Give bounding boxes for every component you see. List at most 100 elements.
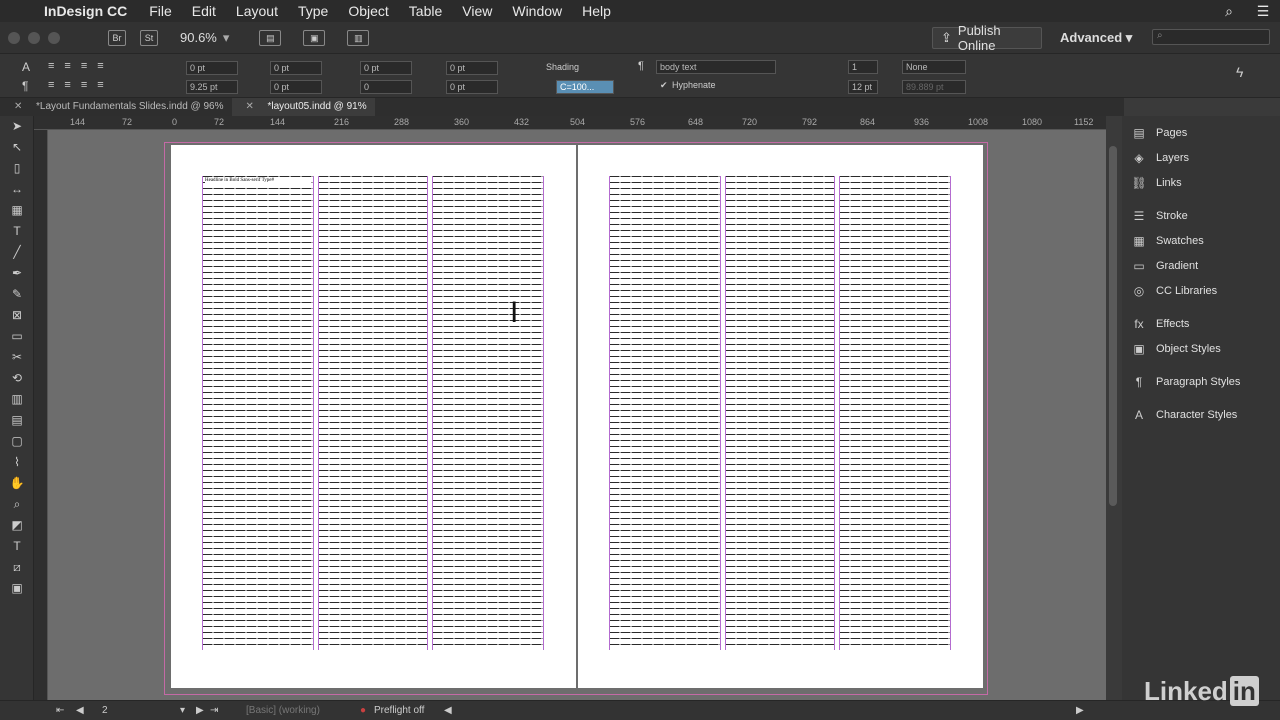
panel-object-styles[interactable]: ▣ Object Styles bbox=[1122, 336, 1280, 361]
screen-mode-tool-icon[interactable]: ▣ bbox=[0, 578, 34, 599]
rectangle-tool-icon[interactable]: ▭ bbox=[0, 326, 34, 347]
direct-selection-tool-icon[interactable]: ↖ bbox=[0, 137, 34, 158]
eyedropper-tool-icon[interactable]: ⌇ bbox=[0, 452, 34, 473]
close-window-button[interactable] bbox=[8, 31, 20, 44]
selection-tool-icon[interactable]: ➤ bbox=[0, 116, 34, 137]
space-after-field[interactable]: 0 pt bbox=[446, 61, 498, 75]
panel-paragraph-styles[interactable]: ¶ Paragraph Styles bbox=[1122, 369, 1280, 394]
menu-type[interactable]: Type bbox=[288, 3, 338, 19]
screen-mode-icon[interactable]: ▣ bbox=[303, 29, 326, 46]
page-tool-icon[interactable]: ▯ bbox=[0, 158, 34, 179]
page-menu-icon[interactable]: ▾ bbox=[180, 705, 185, 716]
quick-apply-icon[interactable]: ϟ bbox=[1236, 64, 1243, 80]
text-column[interactable]: Headline in Bold Sans-serif Type# bbox=[202, 176, 314, 650]
drop-cap-chars-field[interactable]: 0 pt bbox=[446, 80, 498, 94]
scissors-tool-icon[interactable]: ✂ bbox=[0, 347, 34, 368]
paragraph-style-select[interactable]: body text bbox=[656, 60, 776, 74]
panel-cc-libraries[interactable]: ◎ CC Libraries bbox=[1122, 278, 1280, 303]
page-number-field[interactable]: 2 bbox=[102, 705, 108, 716]
menu-view[interactable]: View bbox=[452, 3, 502, 19]
panel-links[interactable]: ⛓ Links bbox=[1122, 170, 1280, 195]
formatting-affects-text-icon[interactable]: T bbox=[0, 536, 34, 557]
next-page-icon[interactable]: ▶ bbox=[196, 705, 204, 716]
panel-stroke[interactable]: ☰ Stroke bbox=[1122, 203, 1280, 228]
content-collector-icon[interactable]: ▦ bbox=[0, 200, 34, 221]
apply-none-icon[interactable]: ⧄ bbox=[0, 557, 34, 578]
free-transform-tool-icon[interactable]: ⟲ bbox=[0, 368, 34, 389]
menu-file[interactable]: File bbox=[139, 3, 182, 19]
panel-effects[interactable]: fx Effects bbox=[1122, 311, 1280, 336]
zoom-level[interactable]: 90.6% bbox=[180, 30, 217, 45]
text-column[interactable] bbox=[839, 176, 951, 650]
minimize-window-button[interactable] bbox=[28, 31, 40, 44]
align-to-grid-select[interactable]: None bbox=[902, 60, 966, 74]
chevron-down-icon[interactable]: ▾ bbox=[223, 30, 230, 46]
panel-layers[interactable]: ◈ Layers bbox=[1122, 145, 1280, 170]
align-buttons-row2[interactable]: ≡≡≡≡ bbox=[48, 79, 114, 91]
menu-window[interactable]: Window bbox=[502, 3, 572, 19]
last-page-icon[interactable]: ⇥ bbox=[210, 705, 218, 716]
line-tool-icon[interactable]: ╱ bbox=[0, 242, 34, 263]
panel-gradient[interactable]: ▭ Gradient bbox=[1122, 253, 1280, 278]
menu-layout[interactable]: Layout bbox=[226, 3, 288, 19]
first-line-indent-field[interactable]: 9.25 pt bbox=[186, 80, 238, 94]
close-tab-icon[interactable]: ✕ bbox=[14, 101, 22, 112]
zoom-tool-icon[interactable]: ⌕ bbox=[0, 494, 34, 515]
view-options-icon[interactable]: ▤ bbox=[259, 29, 282, 46]
paragraph-formatting-icon[interactable]: ¶ bbox=[22, 79, 28, 93]
type-tool-icon[interactable]: T bbox=[0, 221, 34, 242]
scroll-right-icon[interactable]: ▶ bbox=[1076, 705, 1084, 716]
bridge-icon[interactable]: Br bbox=[108, 29, 126, 46]
pen-tool-icon[interactable]: ✒ bbox=[0, 263, 34, 284]
space-before-field[interactable]: 0 pt bbox=[360, 61, 412, 75]
publish-online-button[interactable]: ⇪ Publish Online bbox=[932, 23, 1042, 53]
stock-icon[interactable]: St bbox=[140, 29, 158, 46]
hand-tool-icon[interactable]: ✋ bbox=[0, 473, 34, 494]
right-indent-field[interactable]: 0 pt bbox=[270, 61, 322, 75]
prev-page-icon[interactable]: ◀ bbox=[76, 705, 84, 716]
menu-table[interactable]: Table bbox=[399, 3, 452, 19]
rectangle-frame-tool-icon[interactable]: ⊠ bbox=[0, 305, 34, 326]
menu-object[interactable]: Object bbox=[338, 3, 398, 19]
note-tool-icon[interactable]: ▢ bbox=[0, 431, 34, 452]
last-line-indent-field[interactable]: 0 pt bbox=[270, 80, 322, 94]
panel-character-styles[interactable]: A Character Styles bbox=[1122, 402, 1280, 427]
preflight-menu-icon[interactable]: ◀ bbox=[444, 705, 452, 716]
shading-color-field[interactable]: C=100... bbox=[556, 80, 614, 94]
search-input[interactable]: ⌕ bbox=[1152, 29, 1270, 45]
align-buttons-row1[interactable]: ≡≡≡≡ bbox=[48, 60, 114, 72]
text-column[interactable] bbox=[432, 176, 544, 650]
gap-tool-icon[interactable]: ↔ bbox=[0, 179, 34, 200]
drop-cap-lines-field[interactable]: 0 bbox=[360, 80, 412, 94]
pencil-tool-icon[interactable]: ✎ bbox=[0, 284, 34, 305]
leading-field[interactable]: 12 pt bbox=[848, 80, 878, 94]
close-tab-icon[interactable]: ✕ bbox=[246, 101, 254, 112]
text-column[interactable] bbox=[318, 176, 428, 650]
menu-help[interactable]: Help bbox=[572, 3, 621, 19]
column-width-field[interactable]: 89.889 pt bbox=[902, 80, 966, 94]
menu-edit[interactable]: Edit bbox=[182, 3, 226, 19]
workspace-switcher[interactable]: Advanced ▾ bbox=[1060, 30, 1132, 46]
panel-pages[interactable]: ▤ Pages bbox=[1122, 120, 1280, 145]
tab-layout-fundamentals[interactable]: ✕ *Layout Fundamentals Slides.indd @ 96% bbox=[0, 98, 232, 116]
app-name[interactable]: InDesign CC bbox=[44, 3, 139, 19]
gradient-feather-icon[interactable]: ▤ bbox=[0, 410, 34, 431]
first-page-icon[interactable]: ⇤ bbox=[56, 705, 64, 716]
text-column[interactable] bbox=[609, 176, 721, 650]
preflight-label[interactable]: Preflight off bbox=[374, 705, 424, 716]
menu-list-icon[interactable]: ☰ bbox=[1246, 3, 1280, 20]
vertical-scrollbar[interactable] bbox=[1106, 116, 1122, 700]
hyphenate-checkbox[interactable]: ✔ bbox=[660, 80, 668, 91]
scroll-thumb[interactable] bbox=[1109, 146, 1117, 506]
arrange-documents-icon[interactable]: ▥ bbox=[347, 29, 370, 46]
fill-stroke-icon[interactable]: ◩ bbox=[0, 515, 34, 536]
columns-field[interactable]: 1 bbox=[848, 60, 878, 74]
gradient-tool-icon[interactable]: ▥ bbox=[0, 389, 34, 410]
text-column[interactable] bbox=[725, 176, 835, 650]
spotlight-icon[interactable]: ⌕ bbox=[1212, 3, 1246, 20]
panel-swatches[interactable]: ▦ Swatches bbox=[1122, 228, 1280, 253]
character-formatting-icon[interactable]: A bbox=[22, 60, 30, 74]
left-indent-field[interactable]: 0 pt bbox=[186, 61, 238, 75]
zoom-window-button[interactable] bbox=[48, 31, 60, 44]
tab-layout05[interactable]: ✕ *layout05.indd @ 91% bbox=[231, 98, 375, 116]
